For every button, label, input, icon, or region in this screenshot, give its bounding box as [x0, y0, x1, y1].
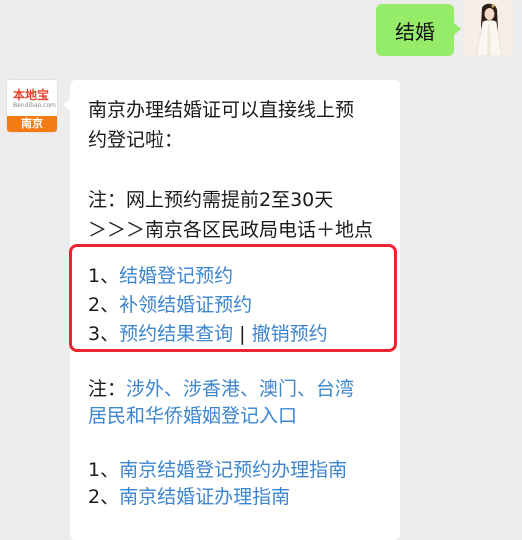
- outgoing-message-bubble[interactable]: 结婚: [376, 4, 461, 56]
- logo-domain-text: Bendibao.com: [13, 102, 56, 109]
- foreign-registration-link-line-2[interactable]: 居民和华侨婚姻登记入口: [88, 403, 354, 430]
- link-separator: |: [233, 323, 252, 345]
- link-row-2: 2、补领结婚证预约: [88, 291, 328, 320]
- certificate-guide-link[interactable]: 南京结婚证办理指南: [119, 486, 290, 508]
- note-line-1: 注：网上预约需提前2至30天: [88, 189, 334, 211]
- foreign-line-1: 注：涉外、涉香港、澳门、台湾: [88, 376, 354, 403]
- guide-row-2: 2、南京结婚证办理指南: [88, 484, 354, 511]
- registration-guide-link[interactable]: 南京结婚登记预约办理指南: [119, 459, 347, 481]
- link-row-3: 3、预约结果查询 | 撤销预约: [88, 320, 328, 349]
- reissue-certificate-appointment-link[interactable]: 补领结婚证预约: [119, 294, 252, 316]
- message-intro: 南京办理结婚证可以直接线上预 约登记啦： 注：网上预约需提前2至30天 ＞＞＞南…: [88, 95, 373, 245]
- marriage-registration-appointment-link[interactable]: 结婚登记预约: [119, 265, 233, 287]
- appointment-links: 1、结婚登记预约 2、补领结婚证预约 3、预约结果查询 | 撤销预约: [88, 262, 328, 349]
- guide-row-1: 1、南京结婚登记预约办理指南: [88, 457, 354, 484]
- link-prefix: 3、: [88, 323, 120, 345]
- user-avatar[interactable]: [464, 0, 514, 56]
- link-row-1: 1、结婚登记预约: [88, 262, 328, 291]
- logo-city-badge: 南京: [7, 116, 57, 132]
- appointment-result-query-link[interactable]: 预约结果查询: [119, 323, 233, 345]
- cancel-appointment-link[interactable]: 撤销预约: [252, 323, 328, 345]
- district-contacts-link[interactable]: ＞＞＞南京各区民政局电话＋地点: [88, 215, 373, 245]
- link-prefix: 2、: [88, 294, 120, 316]
- bot-avatar[interactable]: 本地宝 Bendibao.com 南京: [7, 80, 57, 132]
- user-avatar-image: [464, 0, 514, 56]
- link-prefix: 1、: [88, 265, 120, 287]
- message-lower: 注：涉外、涉香港、澳门、台湾 居民和华侨婚姻登记入口 1、南京结婚登记预约办理指…: [88, 376, 354, 511]
- outgoing-message-text: 结婚: [395, 19, 435, 44]
- foreign-prefix: 注：: [88, 378, 127, 400]
- intro-line-2: 约登记啦：: [88, 129, 184, 151]
- logo-brand-text: 本地宝: [13, 88, 50, 102]
- guide-prefix: 1、: [88, 459, 120, 481]
- intro-line-1: 南京办理结婚证可以直接线上预: [88, 99, 355, 121]
- outgoing-message-row: 结婚: [0, 0, 522, 70]
- guide-prefix: 2、: [88, 486, 120, 508]
- foreign-registration-link[interactable]: 涉外、涉香港、澳门、台湾: [126, 378, 354, 400]
